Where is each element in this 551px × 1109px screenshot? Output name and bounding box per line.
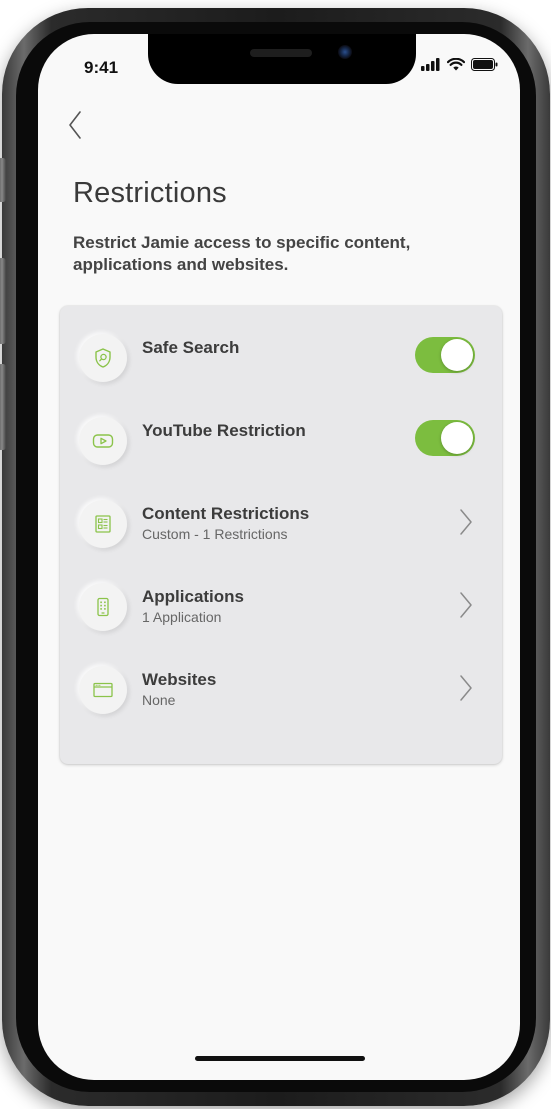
phone-app-icon [97, 597, 109, 617]
volume-up-button [0, 258, 6, 344]
row-title: Safe Search [142, 338, 240, 357]
row-icon-badge [79, 417, 127, 465]
status-time: 9:41 [84, 58, 119, 77]
speaker [250, 49, 312, 57]
row-applications[interactable]: Applications 1 Application [60, 578, 502, 640]
home-indicator[interactable] [195, 1056, 365, 1061]
status-icons [421, 58, 498, 71]
toggle-knob [441, 422, 473, 454]
page-description: Restrict Jamie access to specific conten… [73, 233, 411, 274]
row-content-restrictions[interactable]: Content Restrictions Custom - 1 Restrict… [60, 495, 502, 557]
row-subtitle: 1 Application [142, 609, 222, 625]
front-camera [338, 45, 352, 59]
youtube-restriction-toggle[interactable] [415, 420, 475, 456]
row-title: Applications [142, 587, 245, 606]
row-safe-search: Safe Search [60, 329, 502, 391]
youtube-play-icon [92, 434, 114, 448]
row-title: YouTube Restriction [142, 421, 306, 440]
row-websites[interactable]: Websites None [60, 661, 502, 723]
cellular-signal-icon [421, 58, 440, 71]
chevron-left-icon [69, 111, 81, 139]
notch [148, 34, 416, 84]
volume-down-button [0, 364, 6, 450]
row-youtube-restriction: YouTube Restriction [60, 412, 502, 474]
row-subtitle: None [142, 692, 176, 708]
wifi-icon [447, 58, 465, 71]
device-mockup: 9:41 Restrictions Restrict Jamie access … [0, 0, 551, 1109]
battery-icon [471, 58, 498, 71]
app-screen: 9:41 Restrictions Restrict Jamie access … [38, 34, 520, 1080]
chevron-right-icon [460, 675, 472, 701]
page-title: Restrictions [73, 177, 227, 209]
content-list-icon [95, 515, 111, 533]
row-icon-badge [79, 583, 127, 631]
shield-search-icon [95, 348, 111, 368]
safe-search-toggle[interactable] [415, 337, 475, 373]
mute-switch [0, 158, 6, 202]
row-icon-badge [79, 334, 127, 382]
back-button[interactable] [64, 108, 94, 142]
row-icon-badge [79, 666, 127, 714]
row-subtitle: Custom - 1 Restrictions [142, 526, 288, 542]
restrictions-card: Safe Search YouTube Restriction Content … [60, 306, 502, 764]
row-icon-badge [79, 500, 127, 548]
chevron-right-icon [460, 509, 472, 535]
toggle-knob [441, 339, 473, 371]
row-title: Websites [142, 670, 217, 689]
row-title: Content Restrictions [142, 504, 310, 523]
chevron-right-icon [460, 592, 472, 618]
browser-window-icon [93, 682, 113, 698]
